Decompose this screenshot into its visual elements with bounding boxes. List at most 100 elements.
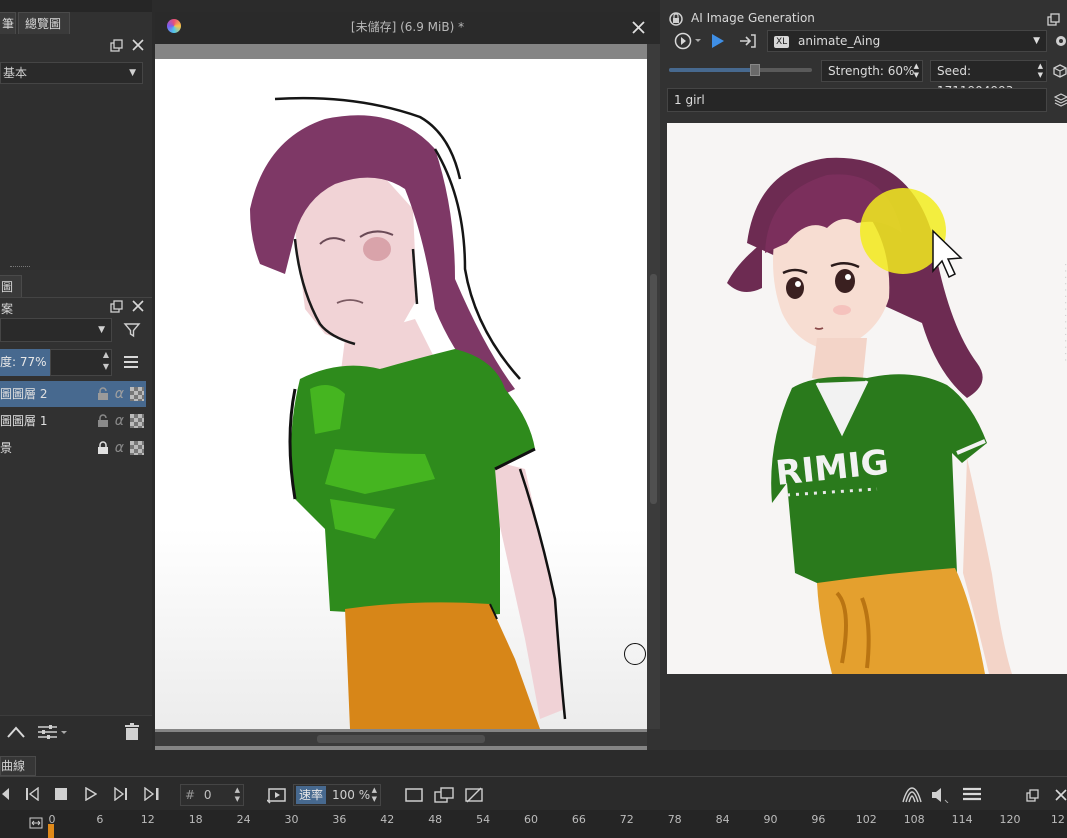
stop-icon[interactable] (52, 785, 70, 803)
transparency-icon[interactable] (130, 414, 144, 428)
layer-menu-icon[interactable] (120, 350, 142, 374)
transparency-icon[interactable] (130, 441, 144, 455)
generate-mode-button[interactable] (673, 31, 703, 51)
ruler-tick-label: 12 (1050, 813, 1065, 826)
strength-slider-thumb[interactable] (749, 64, 760, 76)
tab-overview[interactable]: 總覽圖 (18, 12, 70, 34)
strength-slider-track[interactable] (669, 68, 812, 72)
panel-title: AI Image Generation (691, 11, 815, 25)
layer-name: 景 (0, 441, 13, 455)
unlock-icon[interactable] (97, 387, 109, 401)
chevron-down-icon: ▼ (1033, 36, 1040, 46)
last-frame-icon[interactable] (142, 785, 162, 803)
opacity-slider[interactable]: 度: 77% (0, 349, 50, 376)
ruler-tick-label: 6 (96, 813, 104, 826)
prompt-input[interactable]: 1 girl (667, 88, 1047, 112)
close-document-icon[interactable] (629, 18, 647, 36)
ruler-tick-label: 120 (999, 813, 1021, 826)
frame-hash: # (185, 788, 196, 802)
lock-icon[interactable] (669, 10, 683, 26)
spinner-arrows-icon[interactable]: ▲ ▼ (914, 62, 919, 80)
layers-style-icon[interactable] (1054, 90, 1067, 110)
frame-ruler[interactable]: 0 6 12 18 24 30 36 42 48 54 60 66 72 78 84 90 96 102 108 11… (0, 810, 1067, 838)
timeline-menu-icon[interactable] (960, 785, 986, 805)
chevron-down-icon: ▼ (98, 325, 105, 335)
blend-mode-combo[interactable]: ▼ (0, 318, 112, 342)
spinner-arrows-icon[interactable]: ▲ ▼ (372, 786, 377, 804)
ruler-tick-label: 0 (48, 813, 56, 826)
speed-field[interactable]: 速率 100 % ▲ ▼ (293, 784, 381, 806)
brush-preset-value: 基本 (3, 66, 28, 80)
ruler-tick-label: 96 (811, 813, 826, 826)
move-layer-up-icon[interactable] (4, 720, 28, 744)
transparency-icon[interactable] (130, 387, 144, 401)
trash-icon[interactable] (120, 720, 144, 744)
playhead[interactable] (48, 824, 54, 838)
splitter-handle[interactable] (10, 266, 30, 269)
frame-number-field[interactable]: # 0 ▲ ▼ (180, 784, 244, 806)
unlock-icon[interactable] (97, 414, 109, 428)
horizontal-scrollbar[interactable] (155, 732, 647, 746)
frame-view-icon[interactable] (403, 785, 425, 805)
alpha-lock-icon[interactable]: α (115, 381, 124, 407)
zoom-fit-icon[interactable] (28, 816, 44, 830)
speed-label: 速率 (296, 786, 327, 804)
ruler-tick-label: 24 (236, 813, 251, 826)
h-scrollbar-thumb[interactable] (317, 735, 485, 743)
sketch-artwork (155, 59, 647, 729)
overview-area (0, 90, 152, 270)
vertical-scrollbar[interactable] (647, 44, 660, 729)
tab-brush[interactable]: 筆 (0, 12, 16, 34)
tab-curves[interactable]: 曲線 (0, 756, 36, 776)
drawing-canvas[interactable] (155, 59, 647, 729)
alpha-lock-icon[interactable]: α (115, 435, 124, 461)
play-timeline-icon[interactable] (82, 785, 100, 803)
strength-field[interactable]: Strength: 60% ▲ ▼ (821, 60, 923, 82)
close-docker-icon[interactable] (130, 37, 146, 53)
alpha-lock-icon[interactable]: α (115, 408, 124, 434)
ruler-tick-label: 102 (855, 813, 877, 826)
ruler-tick-label: 114 (951, 813, 973, 826)
seed-field[interactable]: Seed: 1711904993 ▲▼ (930, 60, 1047, 98)
close-timeline-icon[interactable] (1053, 787, 1067, 803)
play-icon[interactable] (708, 31, 728, 51)
layer-row-background[interactable]: 景 α (0, 435, 146, 461)
audio-waveform-icon[interactable] (900, 785, 924, 805)
first-frame-icon[interactable] (0, 786, 12, 802)
layer-properties-icon[interactable] (34, 720, 70, 744)
panel-bottom-space (660, 674, 1067, 750)
ruler-tick-label: 84 (715, 813, 730, 826)
layer-row-2[interactable]: 圖圖層 2 α (0, 381, 146, 407)
volume-icon[interactable] (930, 785, 952, 805)
spinner-arrows-icon[interactable]: ▲ ▼ (235, 786, 240, 804)
ai-generation-panel: AI Image Generation XL animate_Aing ▼ St… (660, 0, 1067, 750)
generated-artwork: RIMIG · · · · · · · · · · · · · · · · (667, 123, 1067, 674)
apply-icon[interactable] (738, 31, 758, 51)
float-layers-icon[interactable] (108, 298, 124, 314)
next-frame-icon[interactable] (111, 785, 131, 803)
float-panel-icon[interactable] (1045, 11, 1061, 27)
float-timeline-icon[interactable] (1024, 787, 1040, 803)
ruler-tick-label: 12 (140, 813, 155, 826)
onion-skin-icon[interactable] (433, 785, 455, 805)
filter-icon[interactable] (120, 318, 144, 342)
edge-watermark: · · · · · · · · · · · · · · · · (1059, 263, 1067, 362)
settings-gear-icon[interactable] (1054, 31, 1067, 51)
ruler-tick-label: 54 (476, 813, 491, 826)
opacity-spinner[interactable]: ▲ ▼ (100, 349, 112, 376)
float-docker-icon[interactable] (108, 37, 124, 53)
prev-frame-icon[interactable] (22, 785, 42, 803)
layer-row-1[interactable]: 圖圖層 1 α (0, 408, 146, 434)
drop-frames-icon[interactable] (463, 785, 485, 805)
canvas-window: [未儲存] (6.9 MiB) * (155, 12, 660, 750)
random-seed-icon[interactable] (1052, 62, 1067, 80)
spinner-arrows-icon[interactable]: ▲ ▼ (1038, 62, 1043, 80)
generated-image-preview[interactable]: RIMIG · · · · · · · · · · · · · · · · (667, 123, 1067, 674)
loop-icon[interactable] (266, 784, 288, 806)
tab-layers[interactable]: 圖案 (0, 275, 22, 316)
lock-icon[interactable] (97, 441, 109, 455)
scrollbar-thumb[interactable] (650, 274, 657, 504)
close-layers-icon[interactable] (130, 298, 146, 314)
brush-preset-combo[interactable]: 基本 ▼ (0, 62, 143, 84)
model-select[interactable]: XL animate_Aing ▼ (767, 30, 1047, 52)
